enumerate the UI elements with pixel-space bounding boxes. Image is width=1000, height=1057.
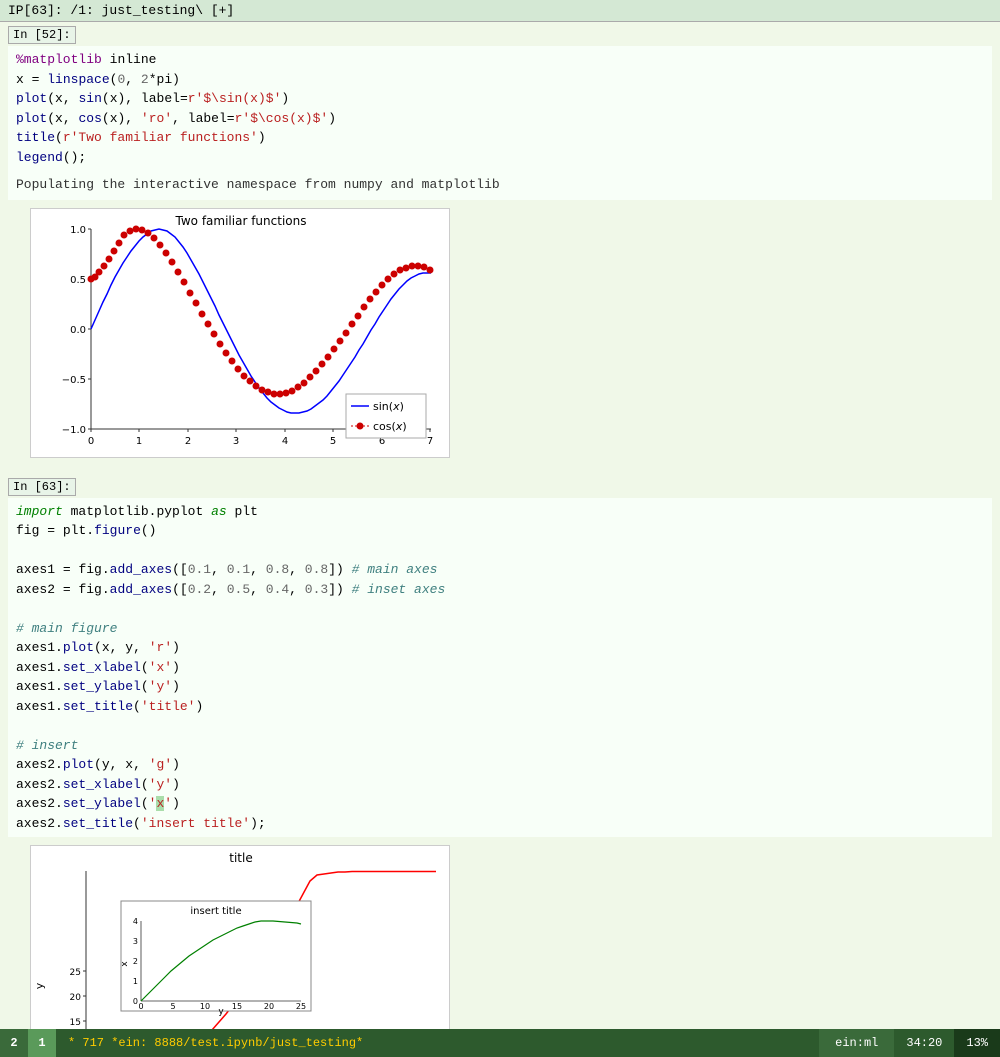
cell-52: In [52]: %matplotlib inline x = linspace… xyxy=(0,22,1000,204)
c63-line-8: axes1.plot(x, y, 'r') xyxy=(16,638,984,658)
c63-line-7: # main figure xyxy=(16,619,984,639)
legend-sin-label: sin(x) xyxy=(373,400,404,413)
svg-text:10: 10 xyxy=(200,1002,210,1011)
c63-line-9: axes1.set_xlabel('x') xyxy=(16,658,984,678)
chart1-title: Two familiar functions xyxy=(175,214,307,228)
status-mode-text: ein:ml xyxy=(835,1036,878,1050)
svg-text:insert title: insert title xyxy=(190,906,241,917)
svg-text:3: 3 xyxy=(233,436,239,447)
c63-line-6 xyxy=(16,599,984,619)
c63-line-2: fig = plt.figure() xyxy=(16,521,984,541)
c63-line-5: axes2 = fig.add_axes([0.2, 0.5, 0.4, 0.3… xyxy=(16,580,984,600)
title-bar: IP[63]: /1: just_testing\ [+] xyxy=(0,0,1000,22)
status-num-1: 1 xyxy=(28,1029,56,1057)
status-pct-text: 13% xyxy=(966,1036,988,1050)
svg-text:x: x xyxy=(120,961,130,967)
cell-63: In [63]: import matplotlib.pyplot as plt… xyxy=(0,474,1000,842)
svg-text:−1.0: −1.0 xyxy=(62,425,86,436)
c63-line-16: axes2.set_ylabel('x') xyxy=(16,794,984,814)
c63-line-1: import matplotlib.pyplot as plt xyxy=(16,502,984,522)
status-bar: 2 1 * 717 *ein: 8888/test.ipynb/just_tes… xyxy=(0,1029,1000,1057)
svg-text:−0.5: −0.5 xyxy=(62,375,86,386)
svg-text:0.5: 0.5 xyxy=(70,275,86,286)
svg-text:2: 2 xyxy=(185,436,191,447)
cell-numbers: 2 1 xyxy=(0,1029,56,1057)
cell-63-code[interactable]: import matplotlib.pyplot as plt fig = pl… xyxy=(8,498,992,838)
sin-curve xyxy=(91,229,431,413)
svg-text:4: 4 xyxy=(282,436,288,447)
chart1-container: Two familiar functions 1.0 0.5 0.0 −0.5 … xyxy=(0,204,1000,466)
svg-text:0: 0 xyxy=(88,436,94,447)
svg-text:25: 25 xyxy=(296,1002,306,1011)
status-position: 34:20 xyxy=(894,1029,954,1057)
chart1-svg: Two familiar functions 1.0 0.5 0.0 −0.5 … xyxy=(30,208,450,458)
svg-text:title: title xyxy=(229,851,252,865)
svg-text:1: 1 xyxy=(136,436,142,447)
svg-text:20: 20 xyxy=(264,1002,274,1011)
svg-text:1: 1 xyxy=(133,977,138,986)
status-pos-text: 34:20 xyxy=(906,1036,942,1050)
svg-text:4: 4 xyxy=(133,917,138,926)
cell-52-code[interactable]: %matplotlib inline x = linspace(0, 2*pi)… xyxy=(8,46,992,171)
svg-text:2: 2 xyxy=(133,957,138,966)
code-line-2: x = linspace(0, 2*pi) xyxy=(16,70,984,90)
c63-line-4: axes1 = fig.add_axes([0.1, 0.1, 0.8, 0.8… xyxy=(16,560,984,580)
cell-52-label[interactable]: In [52]: xyxy=(8,26,76,44)
c63-line-3 xyxy=(16,541,984,561)
status-mode: ein:ml xyxy=(819,1029,894,1057)
legend-cos-label: cos(x) xyxy=(373,420,407,433)
cell-52-output: Populating the interactive namespace fro… xyxy=(8,171,992,200)
status-percent: 13% xyxy=(954,1029,1000,1057)
status-file-text: * 717 *ein: 8888/test.ipynb/just_testing… xyxy=(68,1036,363,1050)
code-line-3: plot(x, sin(x), label=r'$\sin(x)$') xyxy=(16,89,984,109)
notebook[interactable]: In [52]: %matplotlib inline x = linspace… xyxy=(0,22,1000,1029)
c63-line-13: # insert xyxy=(16,736,984,756)
svg-text:7: 7 xyxy=(427,436,433,447)
c63-line-15: axes2.set_xlabel('y') xyxy=(16,775,984,795)
svg-text:y: y xyxy=(218,1007,224,1017)
c63-line-14: axes2.plot(y, x, 'g') xyxy=(16,755,984,775)
code-line-4: plot(x, cos(x), 'ro', label=r'$\cos(x)$'… xyxy=(16,109,984,129)
c63-line-10: axes1.set_ylabel('y') xyxy=(16,677,984,697)
svg-text:15: 15 xyxy=(70,1018,81,1028)
chart2-container: title y x 0 5 10 15 20 25 0 1 xyxy=(0,841,1000,1029)
svg-text:0.0: 0.0 xyxy=(70,325,86,336)
chart2-svg: title y x 0 5 10 15 20 25 0 1 xyxy=(30,845,450,1029)
cos-dots xyxy=(88,225,434,397)
svg-text:15: 15 xyxy=(232,1002,242,1011)
c63-line-12 xyxy=(16,716,984,736)
title-text: IP[63]: /1: just_testing\ [+] xyxy=(8,3,234,18)
svg-text:0: 0 xyxy=(133,997,138,1006)
svg-text:5: 5 xyxy=(170,1002,175,1011)
c63-line-11: axes1.set_title('title') xyxy=(16,697,984,717)
c63-line-17: axes2.set_title('insert title'); xyxy=(16,814,984,834)
svg-text:25: 25 xyxy=(70,968,81,978)
svg-text:y: y xyxy=(33,983,46,990)
code-line-6: legend(); xyxy=(16,148,984,168)
code-line-5: title(r'Two familiar functions') xyxy=(16,128,984,148)
output-text: Populating the interactive namespace fro… xyxy=(16,177,500,192)
status-file: * 717 *ein: 8888/test.ipynb/just_testing… xyxy=(56,1029,819,1057)
cell-63-label[interactable]: In [63]: xyxy=(8,478,76,496)
svg-text:1.0: 1.0 xyxy=(70,225,86,236)
code-line-1: %matplotlib inline xyxy=(16,50,984,70)
svg-text:20: 20 xyxy=(70,993,82,1003)
status-num-2: 2 xyxy=(0,1029,28,1057)
svg-text:3: 3 xyxy=(133,937,138,946)
svg-text:5: 5 xyxy=(330,436,336,447)
svg-text:0: 0 xyxy=(138,1002,143,1011)
